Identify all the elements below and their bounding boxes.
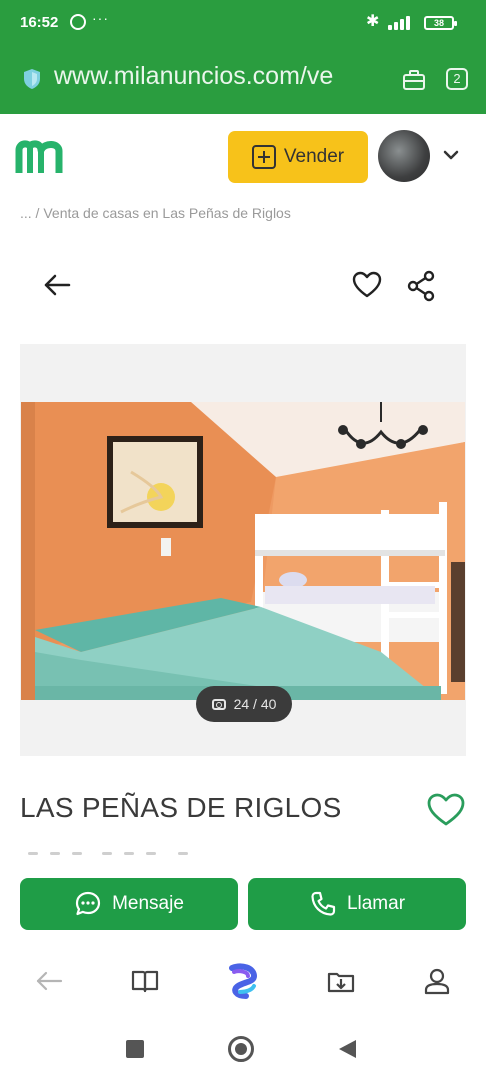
chevron-down-icon[interactable]	[442, 148, 460, 162]
notification-dots: ···	[92, 10, 109, 26]
whatsapp-icon	[70, 14, 86, 30]
status-bar: 16:52 ··· ✱ 38	[0, 0, 486, 48]
url-bar[interactable]: www.milanuncios.com/ve 2	[0, 56, 486, 104]
phone-icon	[311, 891, 336, 916]
profile-icon[interactable]	[422, 966, 452, 996]
photo-counter: 24 / 40	[196, 686, 292, 722]
battery-icon: 38	[424, 16, 457, 30]
status-time: 16:52	[20, 14, 59, 31]
signal-icon	[388, 14, 416, 30]
sell-button[interactable]: Vender	[228, 131, 368, 183]
back-triangle-icon[interactable]	[336, 1038, 358, 1060]
message-button[interactable]: Mensaje	[20, 878, 238, 930]
bluetooth-icon: ✱	[366, 13, 380, 30]
book-icon[interactable]	[130, 966, 160, 996]
milanuncios-logo[interactable]	[14, 138, 64, 178]
breadcrumb[interactable]: ... / Venta de casas en Las Peñas de Rig…	[20, 205, 291, 221]
recents-square-icon[interactable]	[126, 1040, 144, 1058]
browser-assistant-icon[interactable]	[224, 962, 262, 1000]
sell-button-label: Vender	[283, 146, 345, 167]
call-button[interactable]: Llamar	[248, 878, 466, 930]
listing-photo[interactable]	[21, 402, 465, 700]
chat-bubble-icon	[75, 891, 101, 916]
plus-icon	[251, 145, 276, 169]
heart-icon[interactable]	[352, 270, 382, 300]
home-circle-dot	[235, 1043, 247, 1055]
photo-counter-text: 24 / 40	[233, 696, 277, 712]
share-icon[interactable]	[406, 270, 436, 302]
listing-title: LAS PEÑAS DE RIGLOS	[20, 792, 342, 823]
url-text[interactable]: www.milanuncios.com/ve	[54, 62, 388, 91]
download-folder-icon[interactable]	[326, 966, 356, 996]
home-circle-icon[interactable]	[228, 1036, 254, 1062]
user-avatar[interactable]	[378, 130, 430, 182]
shield-icon	[24, 69, 40, 89]
call-button-label: Llamar	[346, 893, 406, 914]
briefcase-icon[interactable]	[402, 70, 426, 90]
browser-top-bar: 16:52 ··· ✱ 38 www.milanuncios.com/ve 2	[0, 0, 486, 114]
partially-hidden-subtitle	[28, 852, 198, 856]
back-arrow-icon[interactable]	[34, 966, 64, 996]
tab-count-button[interactable]: 2	[446, 68, 468, 90]
back-arrow-icon[interactable]	[42, 272, 72, 298]
favorite-heart-icon[interactable]	[426, 792, 466, 828]
message-button-label: Mensaje	[112, 893, 184, 914]
camera-icon	[211, 698, 226, 710]
